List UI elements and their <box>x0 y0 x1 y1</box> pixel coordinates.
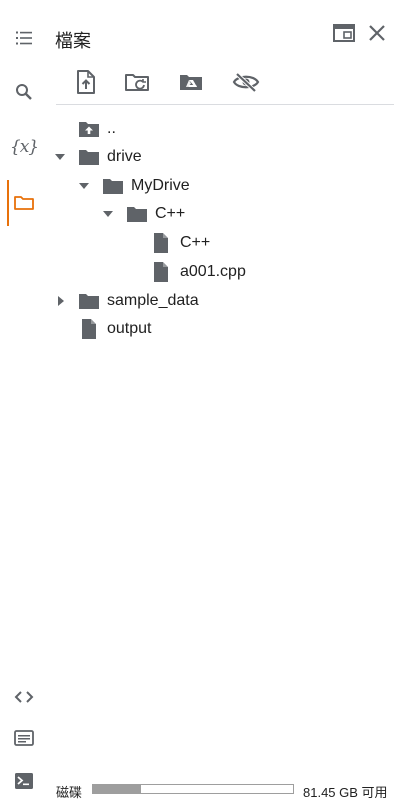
tree-item-a001-cpp[interactable]: a001.cpp <box>48 258 388 286</box>
folder-icon <box>126 203 148 225</box>
tree-item-label: C++ <box>180 234 211 251</box>
close-icon[interactable] <box>364 20 390 46</box>
folder-icon <box>102 175 124 197</box>
tree-item-cpp-file[interactable]: C++ <box>48 229 388 257</box>
code-snippets-icon[interactable] <box>8 681 40 713</box>
tree-item-label: MyDrive <box>131 177 190 194</box>
upload-file-icon[interactable] <box>70 66 102 98</box>
tree-item-label: drive <box>107 148 142 165</box>
folder-icon <box>78 290 100 312</box>
chevron-down-icon[interactable] <box>54 151 66 163</box>
tree-item-drive[interactable]: drive <box>48 143 388 171</box>
files-icon[interactable] <box>8 187 40 219</box>
open-in-window-icon[interactable] <box>331 20 357 46</box>
tree-item-label: C++ <box>155 205 186 222</box>
tree-item-parent[interactable]: .. <box>48 115 388 143</box>
eye-off-icon[interactable] <box>230 66 262 98</box>
tree-item-output[interactable]: output <box>48 315 388 343</box>
tree-item-label: sample_data <box>107 292 199 309</box>
toolbar-divider <box>56 104 394 105</box>
table-of-contents-icon[interactable] <box>8 22 40 54</box>
refresh-folder-icon[interactable] <box>122 66 154 98</box>
tree-item-label: a001.cpp <box>180 263 246 280</box>
file-icon <box>150 261 172 283</box>
variables-icon[interactable]: {x} <box>8 131 40 163</box>
search-icon[interactable] <box>8 76 40 108</box>
google-drive-folder-icon[interactable] <box>176 66 208 98</box>
chevron-right-icon[interactable] <box>55 295 67 307</box>
colab-files-sidebar: {x} 檔案 .. drive MyDrive C++ C++ a001.cpp… <box>0 0 404 803</box>
tree-item-label: .. <box>107 120 116 137</box>
disk-free-text: 81.45 GB 可用 <box>303 785 388 800</box>
tree-item-cpp-folder[interactable]: C++ <box>48 200 388 228</box>
file-icon <box>150 232 172 254</box>
terminal-icon[interactable] <box>8 765 40 797</box>
disk-usage-fill <box>93 785 141 793</box>
chevron-down-icon[interactable] <box>102 208 114 220</box>
files-panel: 檔案 .. drive MyDrive C++ C++ a001.cpp sam… <box>48 0 404 803</box>
tree-item-sample-data[interactable]: sample_data <box>48 287 388 315</box>
folder-icon <box>78 146 100 168</box>
tree-item-mydrive[interactable]: MyDrive <box>48 172 388 200</box>
disk-label: 磁碟 <box>56 785 83 800</box>
chevron-down-icon[interactable] <box>78 180 90 192</box>
parent-folder-icon <box>78 118 100 140</box>
file-icon <box>78 318 100 340</box>
left-rail: {x} <box>0 0 48 803</box>
command-palette-icon[interactable] <box>8 722 40 754</box>
panel-title: 檔案 <box>55 31 91 51</box>
tree-item-label: output <box>107 320 152 337</box>
disk-usage-bar <box>92 784 294 794</box>
